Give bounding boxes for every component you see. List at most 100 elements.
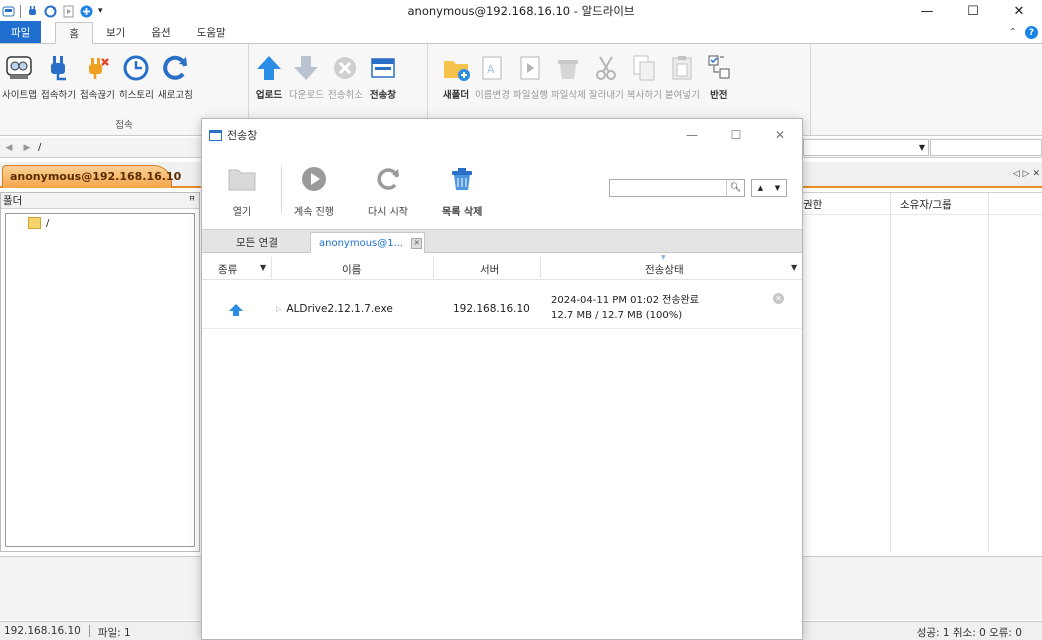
transfer-window-icon bbox=[371, 58, 395, 78]
close-button[interactable]: ✕ bbox=[996, 0, 1042, 22]
connect-plug-icon[interactable] bbox=[26, 5, 39, 18]
dialog-close-button[interactable]: ✕ bbox=[758, 119, 802, 151]
type-filter-icon[interactable]: ▼ bbox=[260, 263, 266, 272]
rename-button[interactable]: A 이름변경 bbox=[475, 52, 510, 101]
history-button[interactable]: 히스토리 bbox=[119, 52, 154, 101]
run-file-button[interactable]: 파일실행 bbox=[513, 52, 548, 101]
refresh-icon[interactable] bbox=[44, 5, 57, 18]
disconnect-button[interactable]: 접속끊기 bbox=[80, 52, 115, 101]
column-server[interactable]: 서버 bbox=[480, 262, 499, 277]
maximize-button[interactable]: ☐ bbox=[950, 0, 996, 22]
search-icon[interactable]: 🔍︎ bbox=[726, 180, 744, 196]
column-permission[interactable]: 권한 bbox=[803, 197, 822, 212]
transfer-window-icon bbox=[209, 129, 222, 141]
transfer-status: 2024-04-11 PM 01:02 전송완료 12.7 MB / 12.7 … bbox=[551, 293, 699, 323]
add-circle-icon[interactable] bbox=[80, 5, 93, 18]
dialog-search-input[interactable]: 🔍︎ bbox=[609, 179, 745, 197]
tab-all-connections[interactable]: 모든 연결 bbox=[236, 232, 278, 253]
dialog-minimize-button[interactable]: — bbox=[670, 119, 714, 151]
dialog-maximize-button[interactable]: ☐ bbox=[714, 119, 758, 151]
status-summary: 성공: 1 취소: 0 오류: 0 bbox=[916, 627, 1022, 639]
copy-icon bbox=[633, 55, 655, 81]
folder-icon bbox=[28, 217, 41, 229]
tab-close-icon[interactable]: ✕ bbox=[411, 237, 423, 249]
paste-icon bbox=[672, 56, 692, 80]
connect-button[interactable]: 접속하기 bbox=[41, 52, 76, 101]
back-icon[interactable]: ◀ bbox=[6, 143, 13, 153]
transfer-file-name: ALDrive2.12.1.7.exe bbox=[286, 303, 393, 315]
download-arrow-icon bbox=[294, 56, 319, 80]
column-divider bbox=[540, 257, 541, 278]
transfer-dialog: 전송창 — ☐ ✕ 열기 계속 진행 다시 시작 목록 삭제 🔍︎ ▲ ▼ 모든… bbox=[201, 118, 803, 640]
window-controls: — ☐ ✕ bbox=[904, 0, 1042, 22]
address-dropdown[interactable]: ▼ bbox=[803, 139, 929, 156]
column-divider bbox=[433, 257, 434, 278]
column-type[interactable]: 종류 bbox=[218, 262, 237, 277]
folder-tree-item[interactable]: / bbox=[28, 217, 49, 229]
address-path[interactable]: / bbox=[36, 140, 206, 156]
transfer-status-line: 2024-04-11 PM 01:02 전송완료 bbox=[551, 295, 699, 306]
transfer-file: ▷ ALDrive2.12.1.7.exe bbox=[276, 303, 393, 315]
search-prev-icon[interactable]: ▲ bbox=[752, 180, 769, 196]
transfer-row[interactable]: ▷ ALDrive2.12.1.7.exe 192.168.16.10 2024… bbox=[202, 285, 802, 329]
copy-button[interactable]: 복사하기 bbox=[627, 52, 662, 101]
sitemap-button[interactable]: 사이트맵 bbox=[2, 52, 37, 101]
column-name[interactable]: 이름 bbox=[342, 262, 361, 277]
expand-icon[interactable]: ▷ bbox=[276, 305, 281, 313]
upload-button[interactable]: 업로드 bbox=[253, 52, 285, 101]
plug-disconnect-icon bbox=[89, 58, 110, 79]
refresh-button[interactable]: 새로고침 bbox=[158, 52, 193, 101]
app-icon bbox=[2, 6, 15, 16]
ribbon-right-controls: ⌃ ? bbox=[1009, 26, 1038, 39]
column-owner-group[interactable]: 소유자/그룹 bbox=[900, 197, 952, 212]
tab-options[interactable]: 옵션 bbox=[138, 22, 183, 43]
invert-selection-button[interactable]: 반전 bbox=[703, 52, 735, 101]
column-status[interactable]: 전송상태 bbox=[645, 262, 684, 277]
play-icon bbox=[301, 167, 326, 191]
dialog-window-controls: — ☐ ✕ bbox=[670, 119, 802, 151]
qa-separator bbox=[20, 4, 21, 18]
qa-dropdown-icon[interactable]: ▾ bbox=[98, 6, 103, 16]
run-file-icon bbox=[520, 56, 540, 80]
cancel-circle-icon bbox=[334, 57, 357, 79]
tab-home[interactable]: 홈 bbox=[55, 22, 93, 44]
folder-panel-header: 폴더 ꟸ bbox=[1, 193, 199, 209]
column-divider bbox=[988, 193, 989, 552]
delete-file-button[interactable]: 파일삭제 bbox=[551, 52, 586, 101]
search-next-icon[interactable]: ▼ bbox=[769, 180, 786, 196]
help-icon[interactable]: ? bbox=[1025, 26, 1038, 39]
tab-scroll-arrows[interactable]: ◁ ▷ ✕ bbox=[1013, 169, 1040, 179]
forward-icon[interactable]: ▶ bbox=[24, 143, 31, 153]
address-search-input[interactable] bbox=[930, 139, 1042, 156]
open-button[interactable]: 열기 bbox=[226, 163, 258, 218]
transfer-window-button[interactable]: 전송창 bbox=[367, 52, 399, 101]
ribbon-tabs: 파일 홈 보기 옵션 도움말 ⌃ ? bbox=[0, 21, 1042, 44]
folder-tree-label: / bbox=[46, 217, 50, 229]
remove-transfer-icon[interactable]: ✕ bbox=[773, 293, 784, 304]
tab-help[interactable]: 도움말 bbox=[184, 22, 239, 43]
tab-file[interactable]: 파일 bbox=[0, 21, 42, 43]
scissors-icon bbox=[596, 56, 617, 80]
file-run-icon[interactable] bbox=[62, 5, 75, 18]
collapse-ribbon-icon[interactable]: ⌃ bbox=[1009, 27, 1017, 38]
upload-arrow-icon bbox=[229, 304, 243, 316]
tab-view[interactable]: 보기 bbox=[93, 22, 138, 43]
download-button[interactable]: 다운로드 bbox=[289, 52, 324, 101]
new-folder-button[interactable]: 새폴더 bbox=[440, 52, 472, 101]
dialog-title-bar: 전송창 — ☐ ✕ bbox=[202, 119, 802, 151]
minimize-button[interactable]: — bbox=[904, 0, 950, 22]
restart-button[interactable]: 다시 시작 bbox=[368, 163, 408, 218]
clear-list-button[interactable]: 목록 삭제 bbox=[442, 163, 482, 218]
quick-access-toolbar: ▾ bbox=[0, 0, 103, 22]
tab-current-label: anonymous@1... bbox=[319, 237, 404, 249]
pin-icon[interactable]: ꟸ bbox=[189, 195, 195, 207]
cancel-transfer-button[interactable]: 전송취소 bbox=[328, 52, 363, 101]
title-bar: ▾ anonymous@192.168.16.10 - 알드라이브 — ☐ ✕ bbox=[0, 0, 1042, 22]
new-folder-icon bbox=[444, 61, 470, 81]
tab-current-connection[interactable]: anonymous@1... ✕ bbox=[310, 232, 425, 253]
cut-button[interactable]: 잘라내기 bbox=[589, 52, 624, 101]
connection-tab[interactable]: anonymous@192.168.16.10 bbox=[2, 165, 181, 188]
resume-button[interactable]: 계속 진행 bbox=[294, 163, 334, 218]
paste-button[interactable]: 붙여넣기 bbox=[665, 52, 700, 101]
column-menu-icon[interactable]: ▼ bbox=[791, 263, 797, 272]
